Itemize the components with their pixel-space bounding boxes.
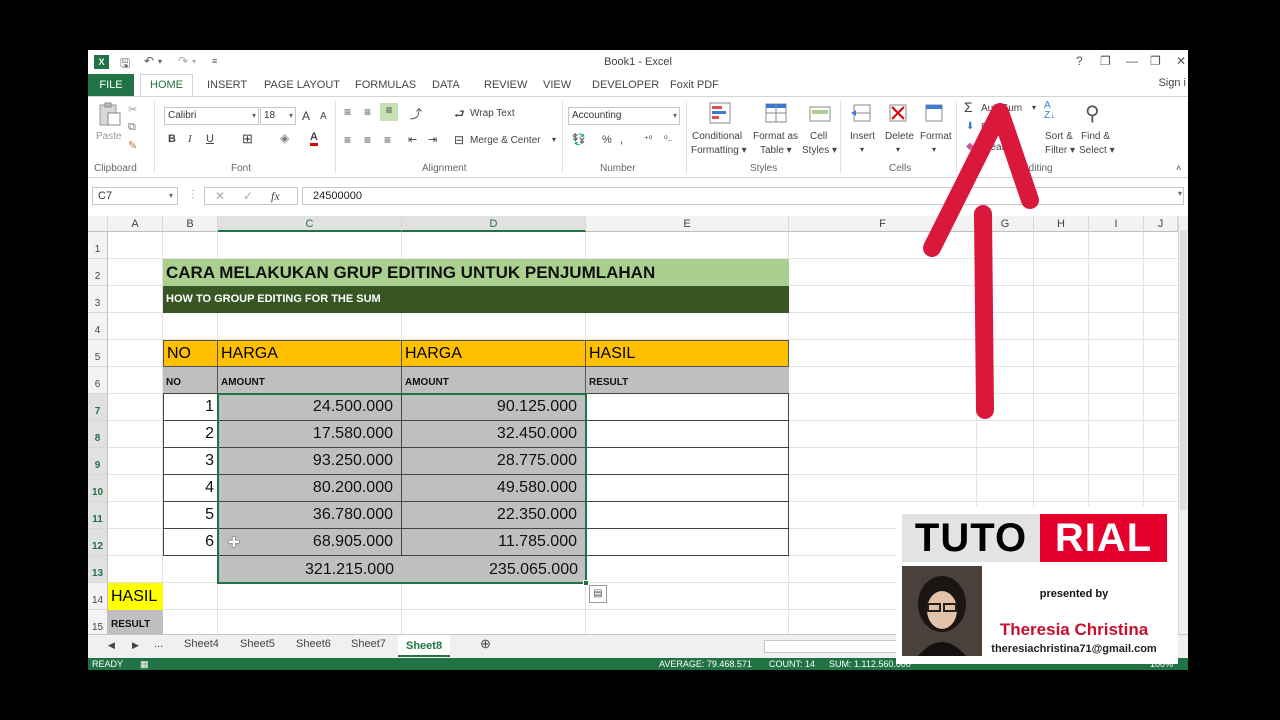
badge-tuto: TUTO xyxy=(902,514,1040,562)
presenter-avatar-icon xyxy=(902,566,982,656)
badge-rial: RIAL xyxy=(1040,514,1167,562)
presenter-name: Theresia Christina xyxy=(999,620,1149,639)
presenter-email: theresiachristina71@gmail.com xyxy=(991,643,1157,655)
arrow-shaft xyxy=(974,205,994,419)
presented-by: presented by xyxy=(1039,588,1109,600)
tutorial-badge: TUTO RIAL presented by Theresia Christin… xyxy=(896,506,1178,664)
presenter-photo xyxy=(902,566,982,656)
